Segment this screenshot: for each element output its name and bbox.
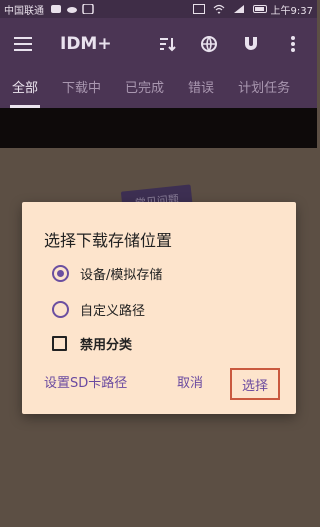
tab-bar: 全部 下载中 已完成 错误 计划任务	[0, 70, 317, 108]
option-disable-categories[interactable]: 禁用分类	[52, 334, 132, 353]
option-label: 设备/模拟存储	[80, 268, 163, 283]
content-banner	[0, 108, 317, 148]
tab-scheduled[interactable]: 计划任务	[226, 70, 302, 108]
carrier-label: 中国联通	[4, 5, 44, 17]
tab-errors[interactable]: 错误	[176, 70, 226, 108]
status-bar: 中国联通 上午9:37	[0, 0, 317, 18]
storage-location-dialog: 选择下载存储位置 设备/模拟存储 自定义路径 禁用分类 设置SD卡路径 取消 选…	[22, 202, 296, 414]
option-label: 禁用分类	[80, 338, 133, 353]
battery-icon	[252, 5, 267, 13]
select-button[interactable]: 选择	[230, 368, 280, 400]
cast-icon	[192, 4, 205, 14]
cloud-icon	[66, 4, 78, 14]
option-label: 自定义路径	[80, 304, 146, 319]
radio-unchecked-icon[interactable]	[52, 301, 69, 318]
checkbox-icon[interactable]	[52, 336, 67, 351]
signal-icon	[233, 4, 245, 14]
menu-icon[interactable]	[14, 32, 38, 56]
app-bar: IDM+	[0, 18, 317, 70]
magnet-icon[interactable]	[241, 34, 261, 54]
sort-icon[interactable]	[157, 34, 177, 54]
set-sd-path-button[interactable]: 设置SD卡路径	[44, 372, 127, 391]
more-vertical-icon[interactable]	[283, 34, 303, 54]
clock: 上午9:37	[270, 5, 313, 17]
status-right: 上午9:37	[192, 2, 313, 17]
option-device-storage[interactable]: 设备/模拟存储	[52, 264, 162, 283]
option-custom-path[interactable]: 自定义路径	[52, 300, 145, 319]
tab-completed[interactable]: 已完成	[113, 70, 176, 108]
dialog-title: 选择下载存储位置	[44, 231, 173, 250]
notification-icon	[50, 4, 62, 14]
cancel-button[interactable]: 取消	[177, 372, 203, 391]
tab-downloading[interactable]: 下载中	[50, 70, 113, 108]
app-notification-icon	[82, 3, 94, 15]
globe-icon[interactable]	[199, 34, 219, 54]
tab-all[interactable]: 全部	[0, 70, 50, 108]
app-bar-actions	[157, 34, 303, 54]
wifi-icon	[213, 4, 225, 14]
radio-checked-icon[interactable]	[52, 265, 69, 282]
app-title: IDM+	[60, 34, 112, 54]
